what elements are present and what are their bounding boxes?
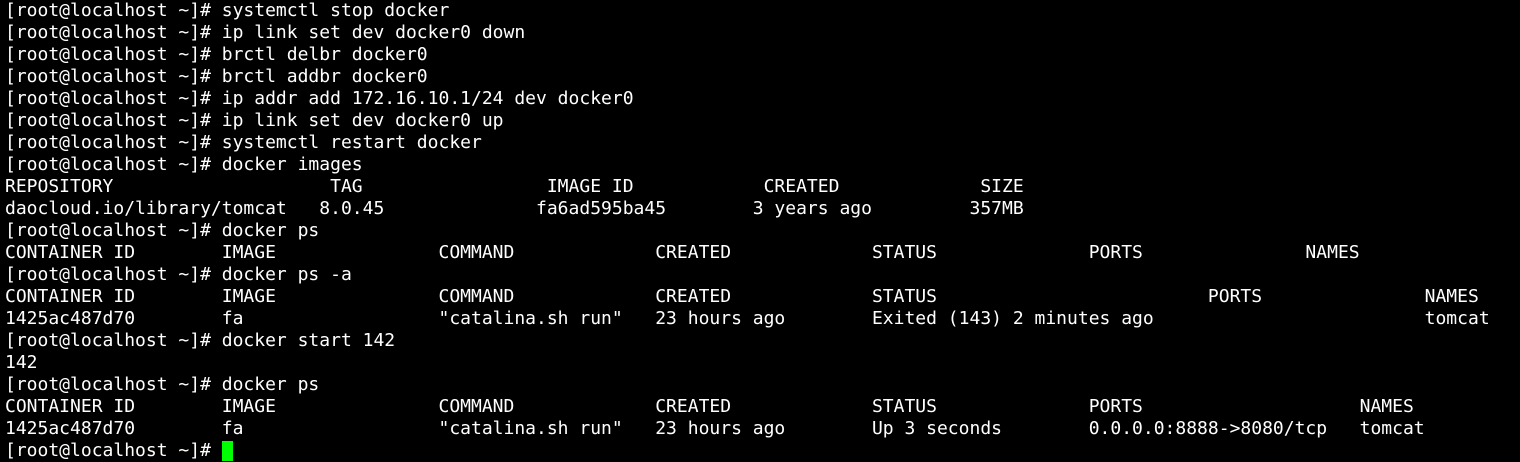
terminal-line: [root@localhost ~]# ip link set dev dock… [5,110,504,131]
prompt: [root@localhost ~]# [5,440,222,461]
terminal-line: [root@localhost ~]# docker ps [5,220,320,241]
terminal-line: [root@localhost ~]# brctl addbr docker0 [5,66,428,87]
container-row: 1425ac487d70 fa "catalina.sh run" 23 hou… [5,308,1490,329]
images-header-row: REPOSITORY TAG IMAGE ID CREATED SIZE [5,176,1024,197]
ps-header-row: CONTAINER ID IMAGE COMMAND CREATED STATU… [5,242,1360,263]
images-row: daocloud.io/library/tomcat 8.0.45 fa6ad5… [5,198,1024,219]
terminal-line: [root@localhost ~]# docker start 142 [5,330,396,351]
cursor [221,441,233,461]
terminal-line: [root@localhost ~]# brctl delbr docker0 [5,44,428,65]
terminal-window[interactable]: [root@localhost ~]# systemctl stop docke… [0,0,1520,462]
ps-header-row: CONTAINER ID IMAGE COMMAND CREATED STATU… [5,396,1414,417]
terminal-line: [root@localhost ~]# docker images [5,154,363,175]
ps-header-row: CONTAINER ID IMAGE COMMAND CREATED STATU… [5,286,1479,307]
terminal-line: [root@localhost ~]# systemctl restart do… [5,132,482,153]
terminal-line: [root@localhost ~]# ip link set dev dock… [5,22,526,43]
command-output: 142 [5,352,38,373]
terminal-line: [root@localhost ~]# docker ps -a [5,264,352,285]
current-prompt-line[interactable]: [root@localhost ~]# [5,440,1520,462]
terminal-line: [root@localhost ~]# docker ps [5,374,320,395]
terminal-line: [root@localhost ~]# ip addr add 172.16.1… [5,88,634,109]
terminal-line: [root@localhost ~]# systemctl stop docke… [5,0,450,21]
container-row: 1425ac487d70 fa "catalina.sh run" 23 hou… [5,418,1425,439]
